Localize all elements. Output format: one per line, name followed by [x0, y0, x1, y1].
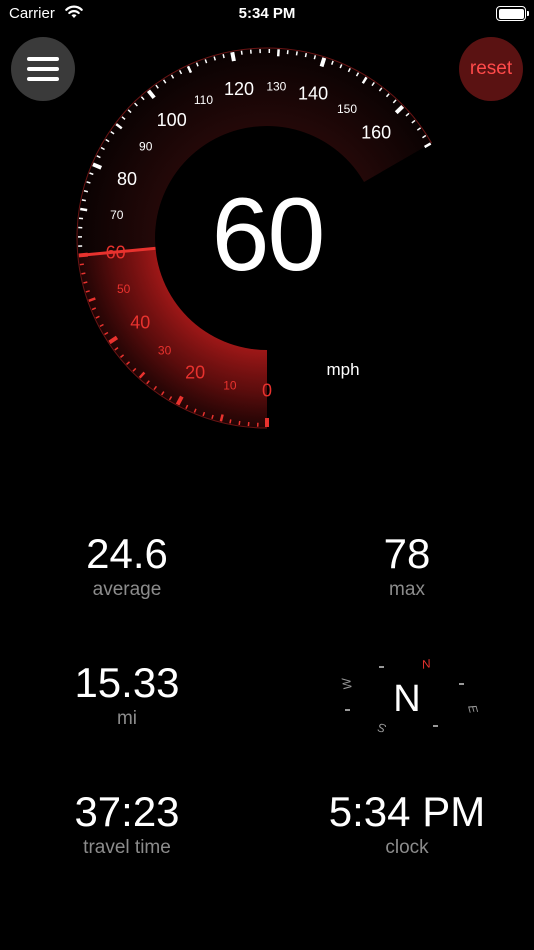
gauge-tick	[81, 272, 86, 275]
travel-time-value: 37:23	[74, 788, 180, 835]
gauge-tick	[83, 190, 89, 193]
gauge-label: 0	[262, 380, 272, 400]
gauge-tick	[229, 419, 232, 424]
gauge-label: 50	[117, 282, 131, 296]
compass-south-marker: S	[376, 720, 387, 736]
gauge-tick	[79, 263, 84, 266]
gauge-tick	[222, 53, 225, 59]
distance-label: mi	[116, 708, 138, 729]
gauge-label: 110	[194, 93, 213, 107]
max-speed-value: 78	[383, 530, 431, 577]
gauge-label: 70	[110, 208, 124, 222]
gauge-tick	[80, 207, 88, 212]
travel-time-stat: 37:23 travel time	[7, 788, 247, 860]
compass-tick	[459, 683, 464, 685]
gauge-label: 80	[117, 169, 137, 189]
max-speed-stat: 78 max	[287, 530, 527, 602]
compass-tick	[433, 725, 438, 727]
clock-stat: 5:34 PM clock	[287, 788, 527, 860]
compass-east-marker: E	[465, 703, 481, 715]
gauge-label: 10	[223, 379, 237, 393]
gauge-label: 40	[130, 312, 150, 332]
compass-tick	[379, 666, 384, 668]
average-speed-stat: 24.6 average	[7, 530, 247, 602]
gauge-label: 100	[157, 110, 187, 130]
average-speed-label: average	[92, 579, 162, 600]
gauge-label: 90	[139, 140, 153, 154]
compass-tick	[345, 709, 350, 711]
distance-stat: 15.33 mi	[7, 659, 247, 731]
gauge-tick	[295, 51, 298, 56]
travel-time-label: travel time	[83, 837, 171, 858]
max-speed-label: max	[389, 579, 425, 600]
speed-unit-label: mph	[326, 360, 360, 379]
clock-value: 5:34 PM	[328, 788, 486, 835]
gauge-tick	[304, 52, 308, 58]
gauge-tick	[240, 50, 243, 55]
compass-north-marker: N	[420, 656, 432, 672]
compass-icon: N N E S W	[339, 656, 481, 736]
compass-heading: N	[393, 678, 420, 720]
compass-west-marker: W	[339, 676, 355, 691]
gauge-label: 150	[337, 102, 357, 116]
gauge-tick	[83, 281, 88, 284]
gauge-label: 130	[266, 80, 286, 94]
gauge-label: 140	[298, 84, 328, 104]
gauge-label: 20	[185, 362, 205, 382]
gauge-tick	[319, 57, 327, 68]
current-speed: 60	[211, 177, 326, 293]
gauge-label: 160	[361, 123, 391, 143]
gauge-label: 120	[224, 79, 254, 99]
gauge-tick	[81, 199, 86, 202]
gauge-label: 30	[158, 344, 172, 358]
average-speed-value: 24.6	[86, 530, 168, 577]
distance-value: 15.33	[74, 659, 180, 706]
gauge-tick	[219, 414, 224, 422]
gauge-tick	[230, 51, 236, 62]
gauge-tick	[313, 55, 317, 60]
gauge-tick	[238, 420, 241, 426]
clock-label: clock	[385, 837, 429, 858]
